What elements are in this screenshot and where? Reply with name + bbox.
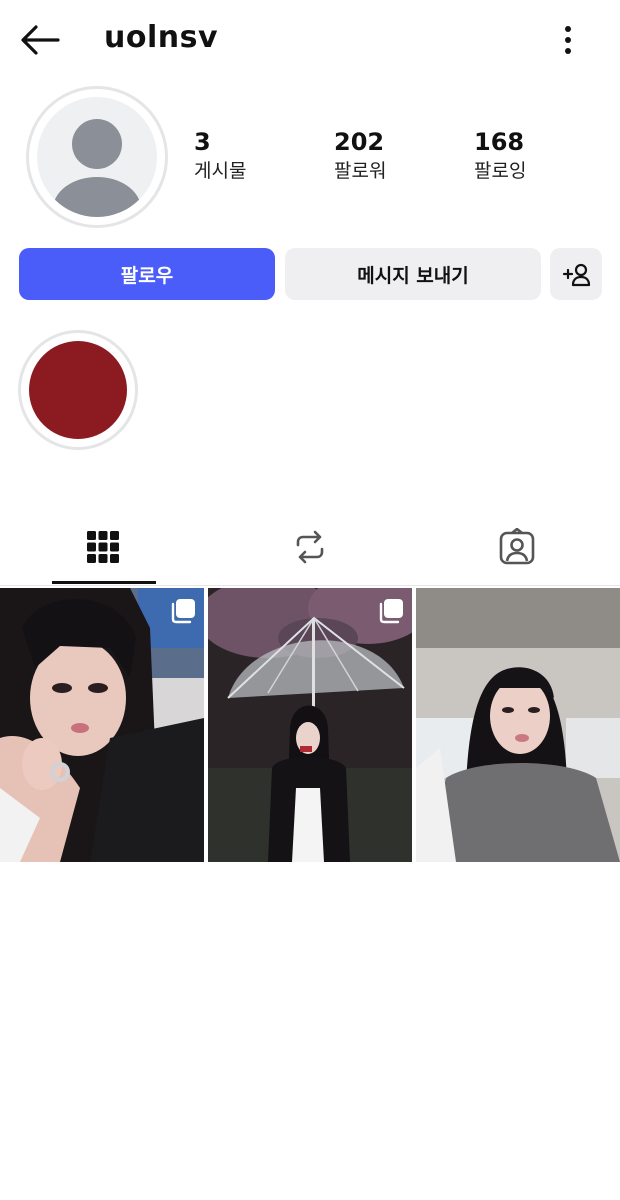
content-tabs	[0, 508, 620, 586]
tabs-divider	[0, 585, 620, 586]
multiple-photos-icon	[171, 599, 195, 624]
post-thumbnail[interactable]	[0, 588, 204, 862]
avatar[interactable]	[26, 86, 168, 228]
story-highlight[interactable]	[18, 330, 138, 450]
post-grid	[0, 588, 620, 862]
post-thumbnail[interactable]	[416, 588, 620, 862]
add-person-icon	[562, 263, 591, 287]
following-label: 팔로잉	[474, 160, 527, 182]
suggest-accounts-button[interactable]	[550, 248, 602, 300]
post-thumbnail[interactable]	[208, 588, 412, 862]
followers-count: 202	[334, 128, 385, 156]
tab-posts-grid[interactable]	[0, 508, 206, 586]
followers-label: 팔로워	[334, 160, 387, 182]
multiple-photos-icon	[379, 599, 403, 624]
following-stat[interactable]: 168 팔로잉	[474, 128, 526, 186]
posts-count: 3	[194, 128, 211, 156]
grid-icon	[87, 531, 119, 563]
back-arrow-icon[interactable]	[18, 22, 62, 58]
tab-tagged[interactable]	[414, 508, 620, 586]
more-options-icon[interactable]	[552, 22, 584, 58]
tagged-icon	[499, 528, 535, 565]
profile-username: uolnsv	[104, 20, 219, 55]
posts-label: 게시물	[194, 160, 247, 182]
followers-stat[interactable]: 202 팔로워	[334, 128, 386, 186]
default-avatar-icon	[37, 97, 157, 217]
post-photo-1	[0, 588, 204, 862]
tab-reposts[interactable]	[207, 508, 413, 586]
repost-icon	[296, 530, 324, 564]
post-photo-3	[416, 588, 620, 862]
posts-stat[interactable]: 3 게시물	[194, 128, 246, 186]
message-button[interactable]: 메시지 보내기	[285, 248, 541, 300]
highlight-cover	[29, 341, 127, 439]
following-count: 168	[474, 128, 525, 156]
post-photo-2	[208, 588, 412, 862]
active-tab-indicator	[52, 581, 156, 584]
profile-header: uolnsv	[0, 0, 620, 82]
follow-button[interactable]: 팔로우	[19, 248, 275, 300]
